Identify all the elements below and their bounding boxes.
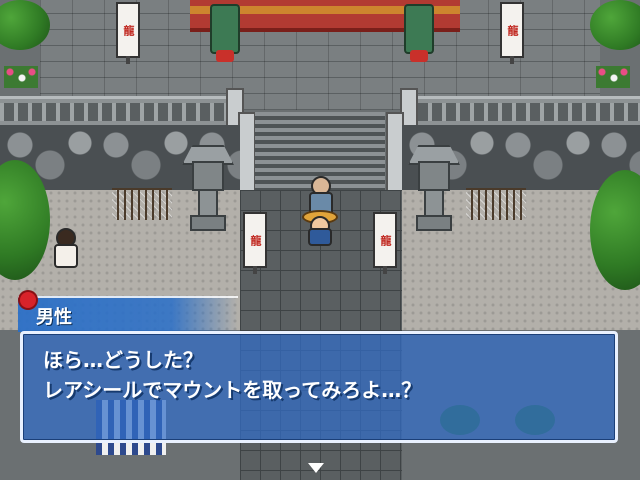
flower-bed xyxy=(4,66,38,88)
speaker-name-box: 男性 xyxy=(18,292,238,332)
player-character xyxy=(302,188,338,248)
dialog-line-2: レアシールでマウントを取ってみろよ…？ xyxy=(43,378,422,402)
dialog-line-1: ほら…どうした？ xyxy=(43,348,203,372)
game-scene: 龍 龍 龍 龍 男性 ほら…どうした？ レアシールでマウントを取ってみろよ…？ xyxy=(0,0,640,480)
child-npc[interactable] xyxy=(50,228,78,268)
dragon-banner: 龍 xyxy=(500,2,524,64)
stone-railing xyxy=(400,96,640,128)
dragon-banner: 龍 xyxy=(116,2,140,64)
stone-lantern xyxy=(182,145,234,231)
dragon-banner: 龍 xyxy=(373,212,397,274)
stone-lantern xyxy=(408,145,460,231)
flower-bed xyxy=(596,66,630,88)
dragon-banner: 龍 xyxy=(243,212,267,274)
rope-fence xyxy=(466,188,526,220)
dialog-box[interactable]: ほら…どうした？ レアシールでマウントを取ってみろよ…？ xyxy=(20,331,618,443)
hanging-lantern xyxy=(404,4,434,62)
rope-fence xyxy=(112,188,172,220)
hanging-lantern xyxy=(210,4,240,62)
stone-railing xyxy=(0,96,240,128)
red-flower-icon xyxy=(20,292,36,308)
speaker-name: 男性 xyxy=(36,307,72,328)
stair-post xyxy=(238,112,256,196)
